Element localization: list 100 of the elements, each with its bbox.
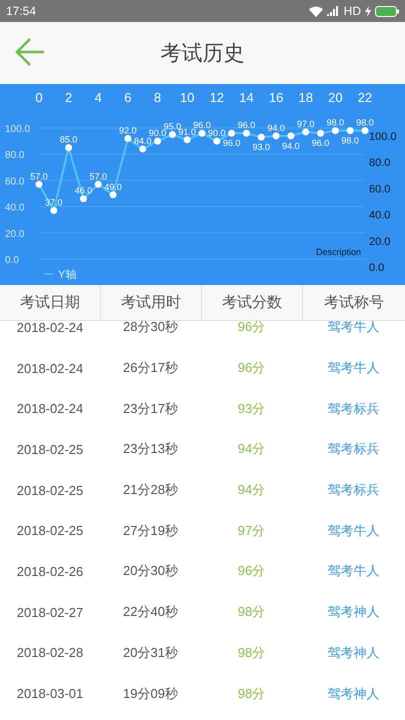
data-point [332,127,339,134]
table-cell-text: 2018-02-26 [16,564,84,579]
battery-icon [375,6,399,16]
value-label: 85.0 [60,134,78,145]
table-cell-text: 驾考牛人 [326,321,380,336]
charging-icon [365,6,371,16]
axis-label: 20.0 [5,228,24,240]
table-cell-text: 驾考神人 [326,684,380,703]
table-cell-text: 93分 [236,400,266,418]
data-point [213,138,220,145]
table-cell-text: 96分 [236,562,266,580]
table-cell-text: 27分19秒 [122,522,179,540]
table-cell-text: 22分40秒 [122,603,179,622]
axis-label: 8 [154,90,162,105]
legend-label: Y轴 [58,269,76,281]
axis-label: 12 [210,90,224,105]
value-label: 98.0 [356,118,374,128]
table-cell-text: 96分 [236,321,266,336]
legend-line-icon [44,273,53,275]
value-label: 98.0 [326,118,344,128]
axis-label: 60.0 [5,176,24,188]
table-cell-text: 98分 [236,644,266,662]
table-cell-text: 26分17秒 [122,359,179,378]
value-label: 96.0 [222,138,240,148]
value-label: 98.0 [341,136,359,146]
table-cell-text: 94分 [236,440,266,458]
data-point [94,180,102,188]
data-point [184,136,191,144]
data-point [346,127,354,134]
axis-label: 16 [268,90,284,105]
value-label: 49.0 [104,182,122,192]
table-cell-text: 20分30秒 [122,562,179,580]
wifi-icon [308,6,323,16]
table-cell-text: 2018-02-28 [16,645,84,660]
value-label: 90.0 [148,128,166,138]
data-point [258,134,265,141]
table-cell-text: 驾考牛人 [326,522,380,540]
axis-label: 20 [328,90,343,105]
axis-label: 0.0 [5,255,19,266]
axis-label: 20.0 [369,236,390,248]
table-cell-text: 2018-02-25 [16,523,84,538]
table-cell-text: 23分17秒 [122,400,179,418]
table-cell-text: 驾考牛人 [326,562,380,580]
data-point [80,195,87,202]
data-point [272,132,280,140]
data-point [36,180,42,188]
table-cell-text: 2018-02-27 [16,604,84,620]
table-cell-text: 驾考标兵 [326,400,380,418]
axis-label: 2 [65,90,72,105]
value-label: 96.0 [312,138,330,148]
status-time: 17:54 [6,4,36,18]
value-label: 57.0 [30,171,48,182]
value-label: 84.0 [134,136,152,146]
table-cell-text: 驾考标兵 [326,481,380,500]
value-label: 90.0 [208,128,226,138]
data-point [139,145,146,152]
table-cell-text: 2018-02-25 [16,482,84,498]
table-cell-text: 97分 [236,522,266,540]
axis-label: 60.0 [369,183,390,196]
value-label: 93.0 [252,142,270,152]
value-label: 46.0 [74,186,92,196]
value-label: 94.0 [282,140,300,151]
table-cell-text: 21分28秒 [122,481,179,500]
table-cell-text: 驾考标兵 [326,440,380,458]
table-cell-text: 驾考牛人 [326,359,380,378]
value-label: 92.0 [119,125,137,136]
axis-label: 0 [35,90,43,105]
table-cell-text: 98分 [236,603,266,622]
axis-label: 80.0 [5,150,24,162]
axis-label: 10 [180,90,194,105]
value-label: 37.0 [45,198,63,208]
table-cell-text: 2018-03-01 [16,686,84,702]
data-point [50,207,58,214]
data-point [362,127,368,134]
column-header: 考试分数 [201,285,302,320]
table-cell-text: 2018-02-25 [16,442,84,457]
table-cell-text: 2018-02-24 [16,321,84,335]
table-cell-text: 23分13秒 [122,440,179,458]
data-point [302,128,310,136]
axis-label: 80.0 [369,157,390,170]
value-label: 57.0 [90,171,108,182]
signal-icon [326,6,340,16]
table-cell-text: 驾考神人 [326,603,380,622]
table-cell-text: 20分31秒 [122,644,179,662]
axis-label: 40.0 [369,210,390,222]
data-point [242,130,250,137]
network-label: HD [344,4,361,18]
table-cell-text: 2018-02-24 [16,360,84,376]
table-cell-text: 2018-02-24 [16,401,84,416]
data-point [198,130,206,137]
value-label: 97.0 [296,118,314,129]
value-label: 96.0 [193,120,211,130]
axis-label: 100.0 [369,131,397,143]
column-header: 考试称号 [302,285,405,320]
table-cell-text: 94分 [236,481,266,500]
chart-description: Description [316,247,361,257]
column-header: 考试日期 [19,292,81,313]
axis-label: 100.0 [5,124,30,135]
data-point [124,134,132,142]
table-cell-text: 98分 [236,684,266,703]
